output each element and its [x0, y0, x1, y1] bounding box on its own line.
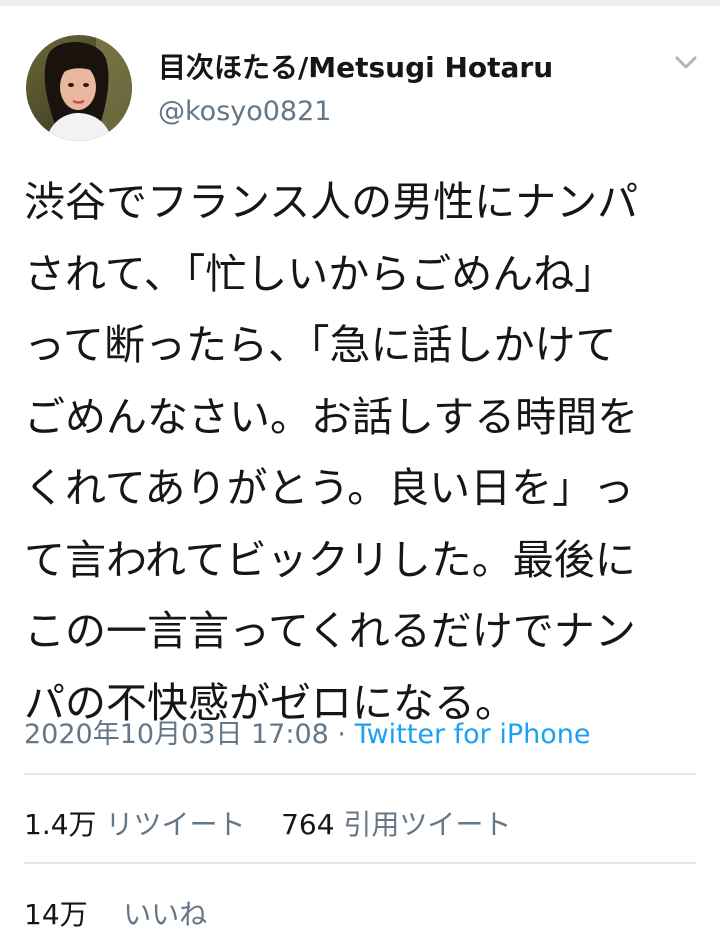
- avatar[interactable]: [26, 35, 132, 141]
- share-stats: 1.4万 リツイート 764 引用ツイート: [24, 803, 511, 843]
- retweets-stat[interactable]: 1.4万 リツイート: [24, 808, 245, 841]
- user-handle[interactable]: @kosyo0821: [158, 96, 331, 127]
- divider: [24, 773, 696, 775]
- tweet-text-line: この一言言ってくれるだけでナン: [24, 607, 636, 655]
- likes-count: 14万: [24, 898, 88, 931]
- quotes-stat[interactable]: 764 引用ツイート: [281, 808, 511, 841]
- retweets-label: リツイート: [105, 808, 246, 841]
- tweet-text-line: くれてありがとう。良い日を」っ: [24, 464, 635, 512]
- tweet-text-line: って断ったら、「急に話しかけて: [24, 321, 617, 369]
- tweet-text-line: 渋谷でフランス人の男性にナンパ: [24, 178, 639, 226]
- timestamp[interactable]: 2020年10月03日 17:08: [24, 719, 329, 750]
- quotes-label: 引用ツイート: [343, 808, 512, 841]
- retweets-count: 1.4万: [24, 808, 97, 841]
- tweet-text: 渋谷でフランス人の男性にナンパ されて、「忙しいからごめんね」 って断ったら、「…: [24, 167, 696, 739]
- profile-photo-icon: [26, 35, 132, 141]
- tweet-detail: 目次ほたる/Metsugi Hotaru @kosyo0821 渋谷でフランス人…: [0, 0, 720, 938]
- source-link[interactable]: Twitter for iPhone: [355, 719, 591, 750]
- meta-separator: ·: [328, 719, 355, 750]
- tweet-metadata: 2020年10月03日 17:08 · Twitter for iPhone: [24, 712, 591, 751]
- tweet-text-line: て言われてビックリした。最後に: [24, 535, 636, 584]
- quotes-count: 764: [281, 808, 335, 841]
- chevron-down-icon[interactable]: [674, 54, 698, 72]
- display-name[interactable]: 目次ほたる/Metsugi Hotaru: [158, 46, 553, 86]
- divider: [24, 862, 696, 864]
- tweet-text-line: ごめんなさい。お話しする時間を: [24, 392, 639, 441]
- likes-stat[interactable]: 14万 いいね: [24, 898, 207, 931]
- likes-label: いいね: [123, 898, 208, 931]
- like-stats: 14万 いいね: [24, 893, 207, 933]
- tweet-text-line: されて、「忙しいからごめんね」: [24, 249, 616, 298]
- top-divider: [0, 0, 720, 6]
